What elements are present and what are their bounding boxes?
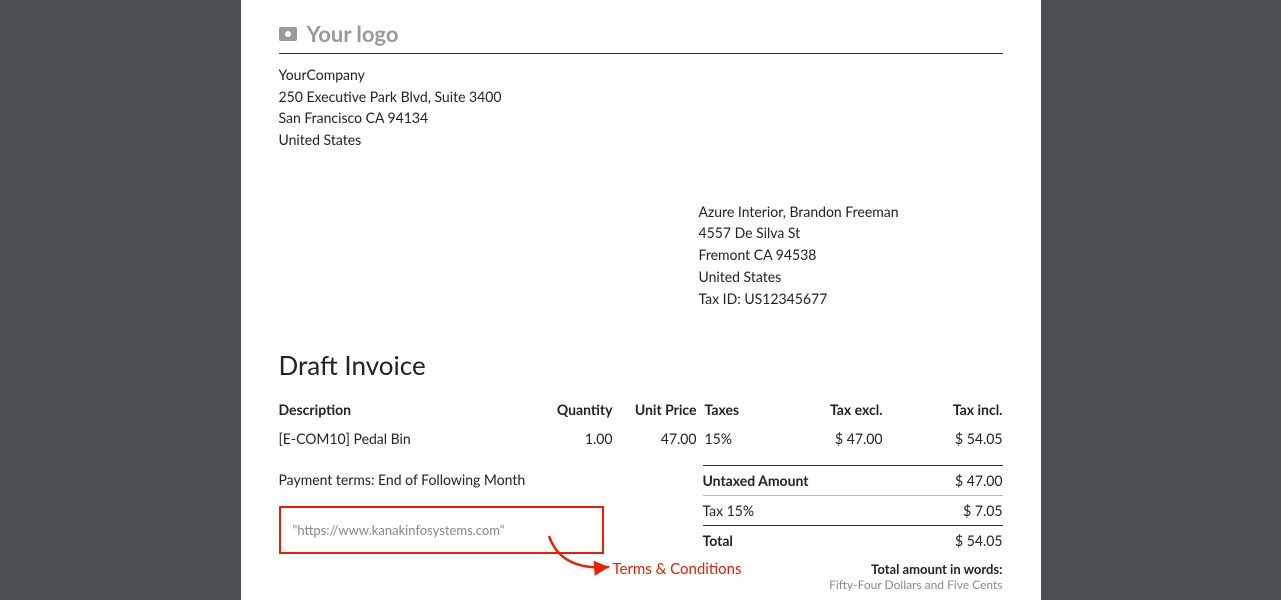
th-unit-price: Unit Price	[617, 401, 697, 428]
amount-words-value: Fifty-Four Dollars and Five Cents	[617, 577, 1003, 592]
cell-quantity: 1.00	[509, 428, 617, 453]
th-tax-incl: Tax incl.	[883, 401, 1003, 428]
invoice-title: Draft Invoice	[279, 349, 1003, 381]
customer-name: Azure Interior, Brandon Freeman	[699, 201, 1003, 223]
terms-conditions-field: "https://www.kanakinfosystems.com"	[279, 506, 604, 554]
th-quantity: Quantity	[509, 401, 617, 428]
th-description: Description	[279, 401, 509, 428]
customer-address: Azure Interior, Brandon Freeman 4557 De …	[699, 201, 1003, 309]
line-items-left: Description Quantity [E-COM10] Pedal Bin…	[279, 401, 617, 453]
tax-value: $ 7.05	[963, 502, 1002, 519]
table-row: 47.00 15% $ 47.00 $ 54.05	[617, 428, 1003, 453]
company-street: 250 Executive Park Blvd, Suite 3400	[279, 86, 1003, 108]
untaxed-label: Untaxed Amount	[703, 472, 809, 489]
company-country: United States	[279, 129, 1003, 151]
table-row: [E-COM10] Pedal Bin 1.00	[279, 428, 617, 453]
invoice-page: Your logo YourCompany 250 Executive Park…	[241, 0, 1041, 600]
tax-label: Tax 15%	[703, 502, 755, 519]
company-address: YourCompany 250 Executive Park Blvd, Sui…	[279, 64, 1003, 151]
totals-block: Untaxed Amount $ 47.00 Tax 15% $ 7.05 To…	[703, 465, 1003, 555]
cell-tax-incl: $ 54.05	[883, 428, 1003, 453]
payment-terms: Payment terms: End of Following Month	[279, 471, 617, 488]
customer-taxid: Tax ID: US12345677	[699, 288, 1003, 310]
annotation-label: Terms & Conditions	[613, 560, 742, 578]
customer-street: 4557 De Silva St	[699, 222, 1003, 244]
total-value: $ 54.05	[955, 532, 1003, 549]
total-label: Total	[703, 532, 733, 549]
cell-taxes: 15%	[697, 428, 757, 453]
camera-icon	[279, 27, 297, 41]
customer-country: United States	[699, 266, 1003, 288]
cell-description: [E-COM10] Pedal Bin	[279, 428, 509, 453]
cell-unit-price: 47.00	[617, 428, 697, 453]
th-tax-excl: Tax excl.	[757, 401, 883, 428]
cell-tax-excl: $ 47.00	[757, 428, 883, 453]
logo-placeholder-row: Your logo	[279, 20, 1003, 54]
logo-placeholder-text: Your logo	[307, 20, 399, 47]
untaxed-value: $ 47.00	[955, 472, 1003, 489]
company-city: San Francisco CA 94134	[279, 107, 1003, 129]
th-taxes: Taxes	[697, 401, 757, 428]
line-items-right: Unit Price Taxes Tax excl. Tax incl. 47.…	[617, 401, 1003, 453]
company-name: YourCompany	[279, 64, 1003, 86]
customer-city: Fremont CA 94538	[699, 244, 1003, 266]
